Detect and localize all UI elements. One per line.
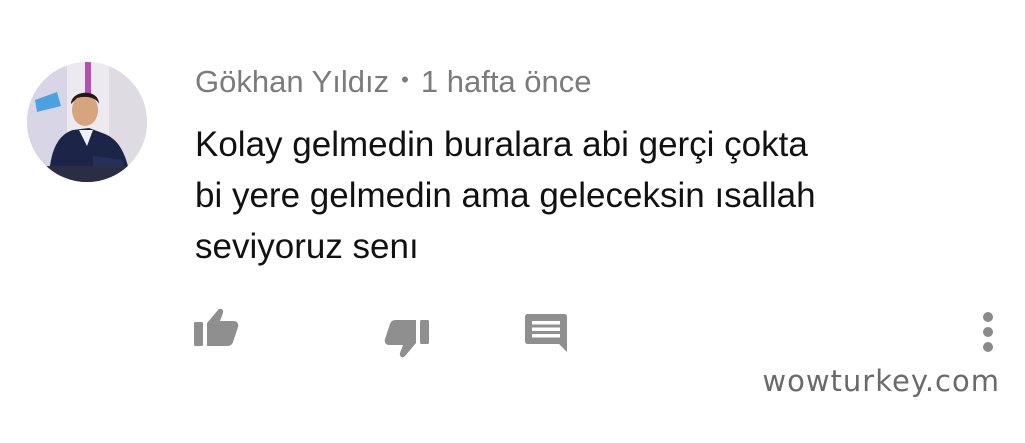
avatar[interactable] xyxy=(27,62,147,182)
more-options-button[interactable] xyxy=(970,306,1006,358)
comment-meta: Gökhan Yıldız • 1 hafta önce xyxy=(195,62,592,102)
like-button[interactable] xyxy=(190,304,242,350)
reply-button[interactable] xyxy=(521,310,571,356)
meta-separator: • xyxy=(401,67,409,92)
thumbs-down-icon xyxy=(384,320,429,358)
thumbs-up-icon xyxy=(194,308,239,346)
vertical-dots-icon xyxy=(983,312,993,352)
comment-text-line: seviyoruz senı xyxy=(195,227,419,266)
comment-card: Gökhan Yıldız • 1 hafta önce Kolay gelme… xyxy=(0,0,1025,443)
comment-text-line: bi yere gelmedin ama geleceksin ısallah xyxy=(195,176,816,215)
comment-timestamp[interactable]: 1 hafta önce xyxy=(421,64,592,100)
dislike-button[interactable] xyxy=(381,316,433,362)
avatar-image xyxy=(27,62,147,182)
comment-text: Kolay gelmedin buralara abi gerçi çokta … xyxy=(195,119,955,272)
watermark: wowturkey.com xyxy=(762,364,1000,398)
author-name[interactable]: Gökhan Yıldız xyxy=(195,64,389,100)
comment-icon xyxy=(525,314,567,352)
comment-text-line: Kolay gelmedin buralara abi gerçi çokta xyxy=(195,125,808,164)
